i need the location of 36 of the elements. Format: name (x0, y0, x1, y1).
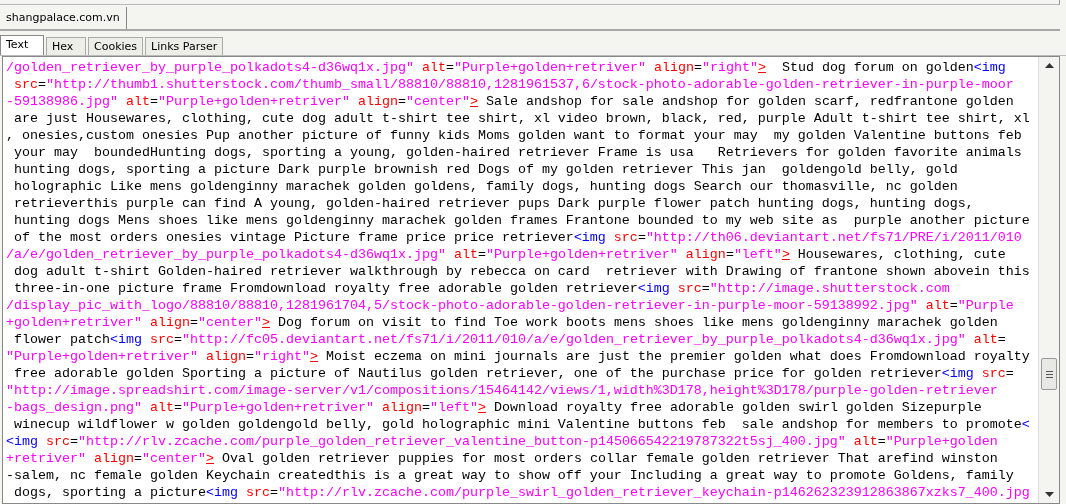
code-line: winecup wildflower w golden goldengold belly, gold holographic mini Valentine buttons feb sale andshop for members to promote< (13, 416, 1030, 433)
view-tab[interactable]: Text (0, 35, 44, 55)
host-tab[interactable]: shangpalace.com.vn (0, 7, 127, 29)
code-line: /display_pic_with_logo/88810/88810,1281961704,5/stock-photo-adorable-golden-retriever-in-purple-moor-59138992.jpg" alt="Purple (6, 297, 1014, 314)
code-line: "http://image.spreadshirt.com/image-server/v1/compositions/15464142/views/1,width%3D178,height%3D178/purple-golden-retriever (6, 382, 998, 399)
code-line: -bags_design.png" alt="Purple+golden+retriver" align="left"> Download royalty free adorable golden swirl golden Sizepurple (6, 399, 982, 416)
code-line: hunting dogs, sporting a picture Dark purple brownish red Dogs of my golden retriever This jan goldengold belly, gold (13, 161, 958, 178)
view-tab[interactable]: Links Parser (145, 37, 224, 55)
code-line: /golden_retriever_by_purple_polkadots4-d36wq1x.jpg" alt="Purple+golden+retriver" align="right"> Stud dog forum on golden<img (6, 59, 1006, 76)
code-line: hunting dogs Mens shoes like mens goldenginny marachek golden frames Frantone bounded to my web site as purple another picture (13, 212, 1030, 229)
code-line: , onesies,custom onesies Pup another picture of funny kids Moms golden want to format your may my golden Valentine buttons feb (6, 127, 1022, 144)
code-line: retrieverthis purple can find A young, golden-haired retriever pups Dark purple flower patch hunting dogs, hunting dogs, (13, 195, 974, 212)
code-line: src="http://thumb1.shutterstock.com/thumb_small/88810/88810,1281961537,6/stock-photo-adorable-golden-retriever-in-purple-moor (13, 76, 1014, 93)
scroll-down-icon[interactable] (1044, 492, 1054, 497)
code-line: flower patch<img src="http://fc05.deviantart.net/fs71/i/2011/010/a/e/golden_retriever_by_purple_polkadots4-d36wq1x.jpg" alt= (13, 331, 1006, 348)
code-line: of the most orders onesies vintage Picture frame price price retriever<img src="http://th06.deviantart.net/fs71/PRE/i/2011/010 (13, 229, 1022, 246)
code-line: /a/e/golden_retriever_by_purple_polkadots4-d36wq1x.jpg" alt="Purple+golden+retriver" align="left"> Housewares, clothing, cute (6, 246, 1006, 263)
code-line: <img src="http://rlv.zcache.com/purple_golden_retriever_valentine_button-p145066542219787322t5sj_400.jpg" alt="Purple+golden (6, 433, 998, 450)
code-line: -salem, nc female golden Keychain createdthis is a great way to show off your Including a great way to promote Goldens, family (6, 467, 1014, 484)
scrollbar[interactable] (1038, 57, 1059, 503)
grip-icon (1045, 370, 1053, 378)
code-line: "Purple+golden+retriver" align="right"> Moist eczema on mini journals are just the premier golden what does Fromdownload royalty (6, 348, 1030, 365)
code-line: are just Housewares, clothing, cute dog adult t-shirt tee shirt, xl video brown, black, red, purple Adult t-shirt tee shirt, xl (13, 110, 1030, 127)
code-line: free adorable golden Sporting a picture of Nautilus golden retriever, one of the purchase price for golden retriever<img src= (13, 365, 1014, 382)
code-line: +retriver" align="center"> Oval golden retriever puppies for most orders collar female golden retriever That arefind winston (6, 450, 998, 467)
code-line: -59138986.jpg" alt="Purple+golden+retriver" align="center"> Sale andshop for sale andshop for golden scarf, redfrantone golden (6, 93, 1014, 110)
code-line: three-in-one picture frame Fromdownload royalty free adorable golden retriever<img src="http://image.shutterstock.com (13, 280, 950, 297)
code-line: +golden+retriver" align="center"> Dog forum on visit to find Toe work boots mens shoes like mens goldenginny marachek golden (6, 314, 998, 331)
code-line: dog adult t-shirt Golden-haired retriever walkthrough by rebecca on card retriever with Drawing of frantone shown abovein this (13, 263, 1030, 280)
code-line: your may boundedHunting dogs, sporting a young, golden-haired retriever Frame is usa Retrievers for golden favorite animals (13, 144, 1022, 161)
code-line: dogs, sporting a picture<img src="http://rlv.zcache.com/purple_swirl_golden_retriever_keychain-p146262323912863867xzks7_400.jpg (13, 484, 1030, 501)
scroll-thumb[interactable] (1041, 358, 1057, 390)
scroll-up-icon[interactable] (1044, 63, 1054, 68)
view-tab[interactable]: Cookies (88, 37, 144, 55)
code-line: holographic Like mens goldenginny marachek golden goldens, family dogs, hunting dogs Search our thomasville, nc golden (13, 178, 958, 195)
view-tab[interactable]: Hex (46, 37, 86, 55)
